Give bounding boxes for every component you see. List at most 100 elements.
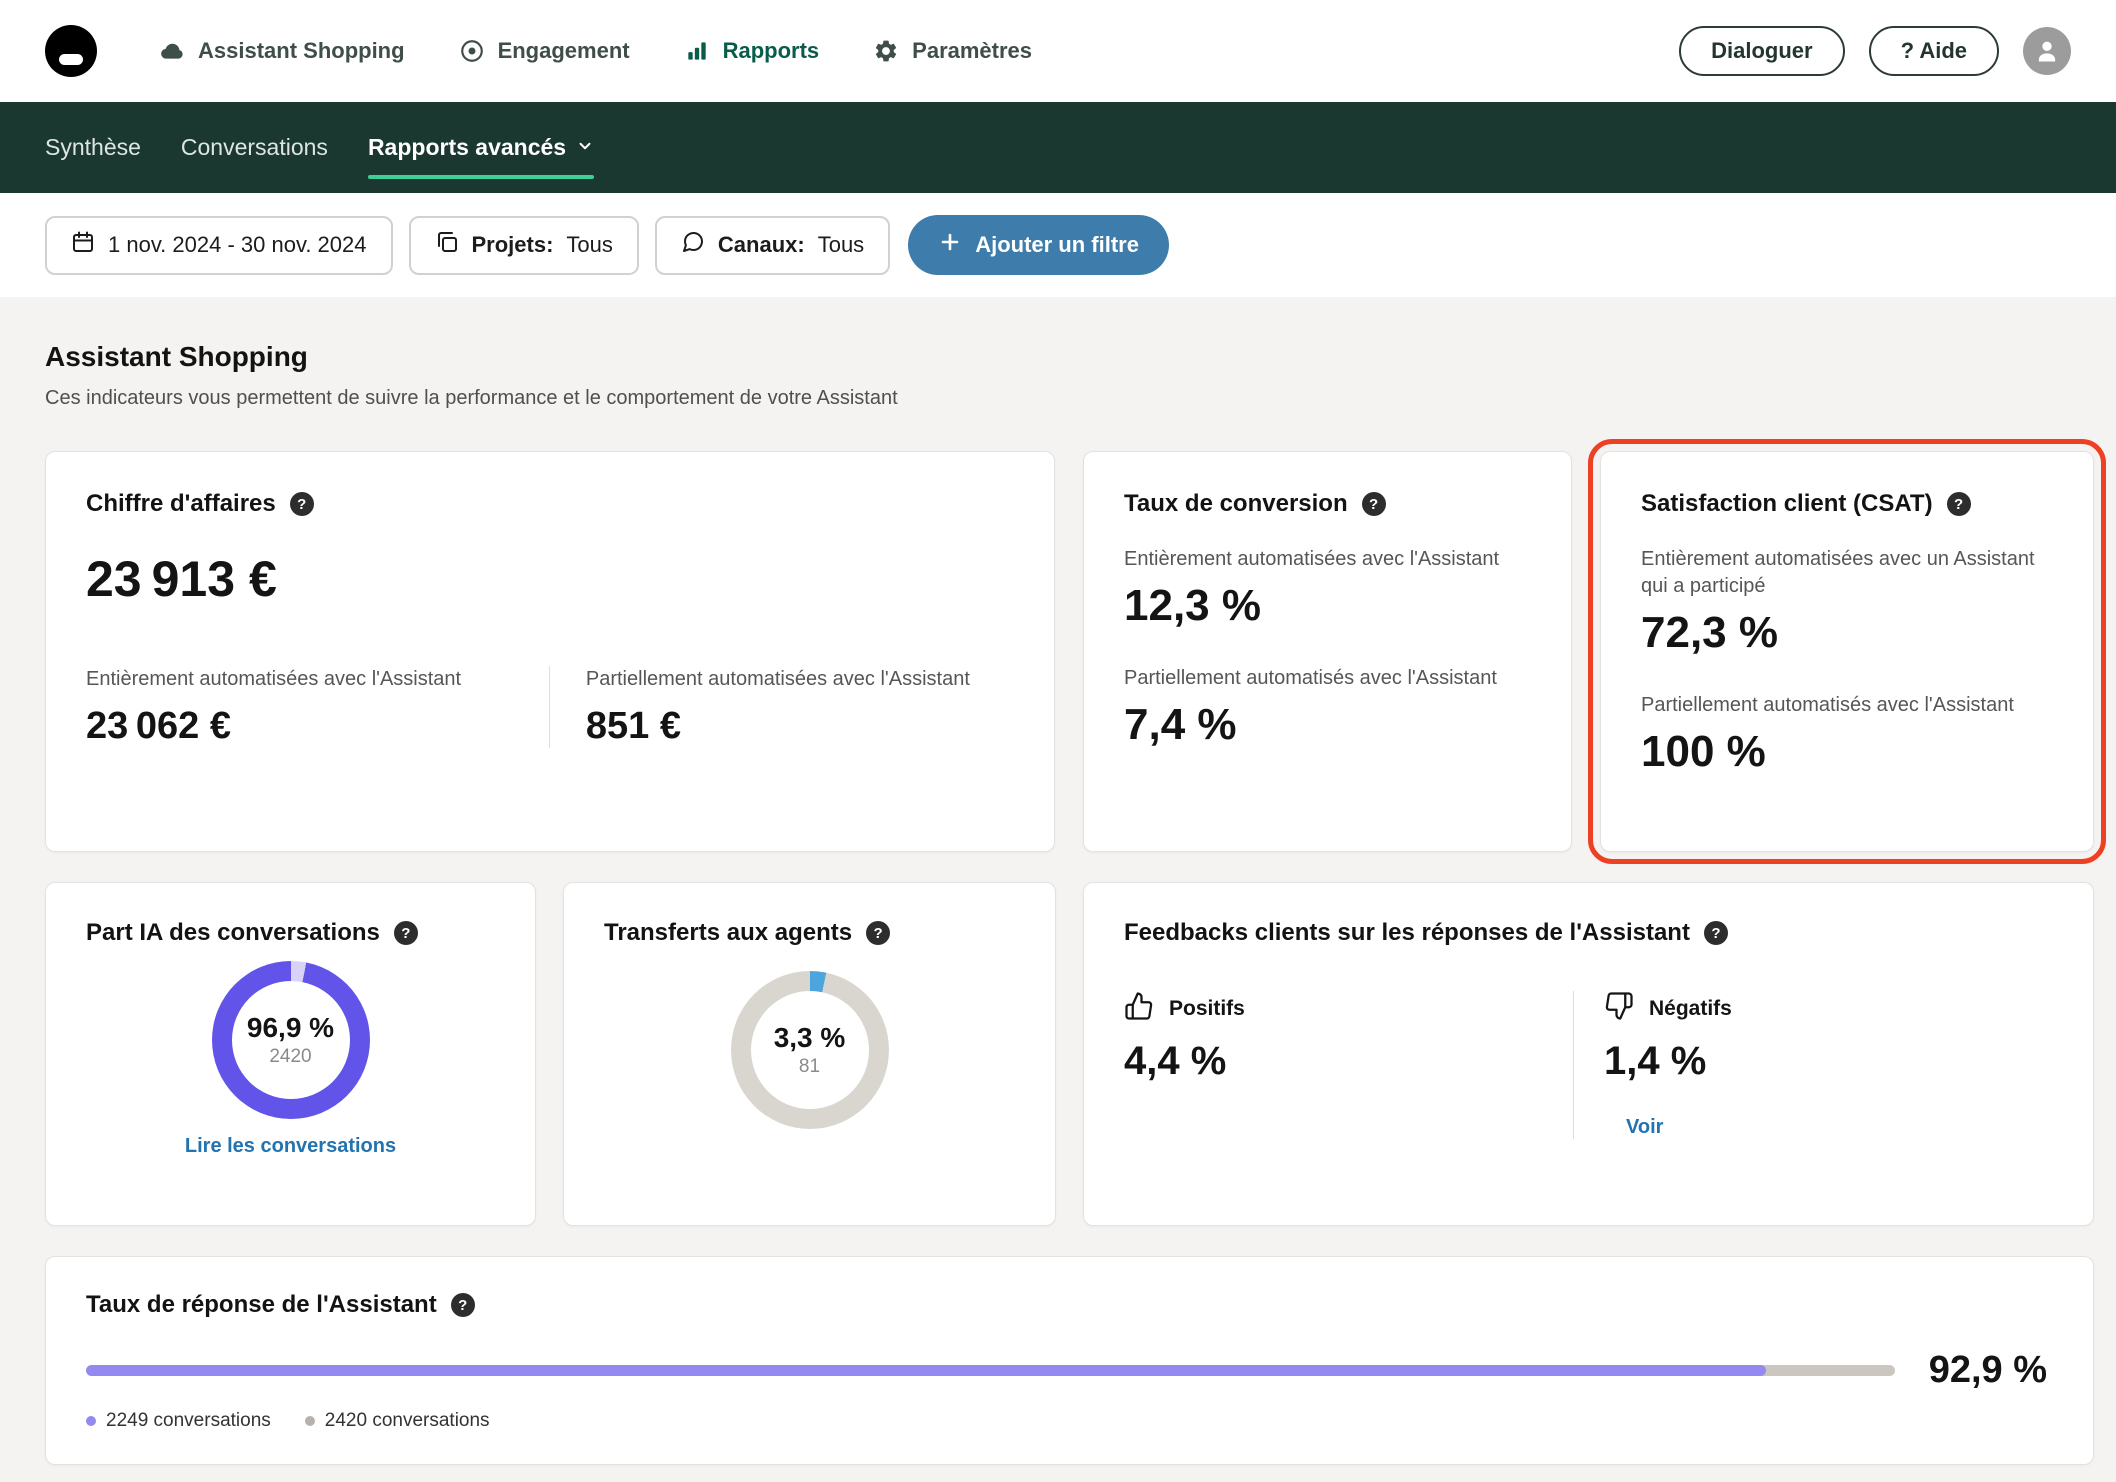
transfers-donut-chart: 3,3 % 81 (730, 971, 889, 1129)
subnav-label: Synthèse (45, 134, 141, 160)
nav-parametres[interactable]: Paramètres (873, 38, 1032, 64)
add-filter-label: Ajouter un filtre (975, 232, 1139, 257)
legend-item: 2249 conversations (86, 1410, 271, 1432)
subnav-conversations[interactable]: Conversations (181, 102, 328, 193)
legend-dot (304, 1416, 315, 1426)
ai-share-card-title: Part IA des conversations (86, 919, 380, 946)
date-range-filter[interactable]: 1 nov. 2024 - 30 nov. 2024 (45, 215, 393, 275)
csat-full-value: 72,3 % (1641, 608, 1778, 657)
topnav-right: Dialoguer ? Aide (1679, 26, 2071, 76)
csat-card-title: Satisfaction client (CSAT) (1641, 490, 1933, 517)
nav-engagement[interactable]: Engagement (459, 38, 630, 64)
brand-logo[interactable] (45, 25, 97, 77)
feedback-card: Feedbacks clients sur les réponses de l'… (1083, 882, 2094, 1226)
nav-label: Engagement (497, 38, 630, 63)
read-conversations-link[interactable]: Lire les conversations (185, 1135, 396, 1158)
revenue-card-title: Chiffre d'affaires (86, 490, 276, 517)
projects-value: Tous (566, 232, 613, 257)
chevron-down-icon (576, 134, 594, 161)
help-icon[interactable] (1703, 921, 1728, 945)
add-filter-button[interactable]: Ajouter un filtre (908, 215, 1169, 275)
negative-feedback-block: Négatifs 1,4 % Voir (1574, 991, 2053, 1139)
ai-share-donut-chart: 96,9 % 2420 (211, 961, 370, 1119)
subnav-rapports-avances[interactable]: Rapports avancés (367, 102, 595, 193)
target-icon (459, 38, 485, 64)
avatar[interactable] (2023, 27, 2071, 75)
aide-button[interactable]: ? Aide (1868, 26, 1999, 76)
assistant-icon (159, 38, 185, 64)
projects-icon (435, 230, 459, 260)
positive-label: Positifs (1169, 997, 1245, 1020)
csat-card-wrapper: Satisfaction client (CSAT) Entièrement a… (1588, 439, 2106, 864)
topnav-items: Assistant Shopping Engagement Rapports P… (159, 38, 1032, 64)
projects-label: Projets: (471, 232, 554, 257)
date-range-value: 1 nov. 2024 - 30 nov. 2024 (108, 232, 367, 257)
help-icon[interactable] (866, 921, 891, 945)
dialoguer-button[interactable]: Dialoguer (1679, 26, 1845, 76)
csat-card: Satisfaction client (CSAT) Entièrement a… (1600, 451, 2094, 852)
csat-partial-value: 100 % (1641, 727, 1766, 776)
legend-item: 2420 conversations (304, 1410, 490, 1432)
revenue-full-value: 23 062 € (86, 705, 231, 747)
channels-label: Canaux: (717, 232, 805, 257)
conversion-card-title: Taux de conversion (1124, 490, 1348, 517)
app: Assistant Shopping Engagement Rapports P… (0, 0, 2116, 1482)
transfers-card-title: Transferts aux agents (604, 919, 853, 946)
nav-rapports[interactable]: Rapports (684, 38, 820, 64)
main-content: Assistant Shopping Ces indicateurs vous … (0, 341, 2116, 1465)
conversion-full-label: Entièrement automatisées avec l'Assistan… (1124, 548, 1500, 570)
subnav-synthese[interactable]: Synthèse (45, 102, 141, 193)
response-rate-track (86, 1365, 1895, 1376)
conversion-partial-label: Partiellement automatisés avec l'Assista… (1124, 667, 1497, 689)
response-rate-value: 92,9 % (1928, 1349, 2047, 1391)
nav-label: Paramètres (912, 38, 1033, 63)
positive-feedback-block: Positifs 4,4 % (1124, 991, 1573, 1139)
transfers-card: Transferts aux agents 3,3 % 81 (563, 882, 1056, 1226)
kpi-row-1: Chiffre d'affaires 23 913 € Entièrement … (45, 439, 2106, 864)
thumbs-up-icon (1124, 991, 1154, 1027)
revenue-partial-value: 851 € (585, 705, 681, 747)
csat-full-label: Entièrement automatisées avec un Assista… (1641, 548, 2035, 597)
thumbs-down-icon (1604, 991, 1634, 1027)
gear-icon (873, 38, 899, 64)
nav-label: Assistant Shopping (198, 38, 405, 63)
help-icon[interactable] (393, 921, 418, 945)
negative-value: 1,4 % (1604, 1039, 1707, 1083)
subnav-label: Rapports avancés (367, 134, 567, 160)
revenue-full-label: Entièrement automatisées avec l'Assistan… (86, 668, 462, 690)
projects-filter[interactable]: Projets: Tous (408, 215, 639, 275)
legend-label: 2420 conversations (324, 1410, 490, 1431)
page-title: Assistant Shopping (45, 341, 308, 372)
feedback-card-title: Feedbacks clients sur les réponses de l'… (1124, 919, 1690, 946)
help-icon[interactable] (289, 492, 314, 516)
channels-filter[interactable]: Canaux: Tous (654, 215, 891, 275)
nav-assistant-shopping[interactable]: Assistant Shopping (159, 38, 405, 64)
plus-icon (938, 230, 962, 260)
conversion-card: Taux de conversion Entièrement automatis… (1083, 451, 1572, 852)
conversion-partial-value: 7,4 % (1124, 700, 1237, 749)
secondary-navigation: Synthèse Conversations Rapports avancés (0, 102, 2116, 193)
csat-partial-label: Partiellement automatisés avec l'Assista… (1641, 694, 2014, 716)
positive-value: 4,4 % (1124, 1039, 1227, 1083)
ai-share-card: Part IA des conversations 96,9 % 2420 Li… (45, 882, 536, 1226)
negative-label: Négatifs (1649, 997, 1732, 1020)
ai-share-count: 2420 (269, 1046, 312, 1067)
response-rate-legend: 2249 conversations 2420 conversations (86, 1410, 2047, 1432)
transfers-percent: 3,3 % (773, 1022, 846, 1053)
legend-label: 2249 conversations (106, 1410, 271, 1431)
voir-link[interactable]: Voir (1626, 1116, 1663, 1139)
transfers-count: 81 (798, 1056, 821, 1077)
help-icon[interactable] (1946, 492, 1971, 516)
revenue-total: 23 913 € (86, 551, 277, 607)
nav-label: Rapports (722, 38, 820, 63)
help-icon[interactable] (1361, 492, 1386, 516)
help-icon[interactable] (450, 1293, 475, 1317)
bar-chart-icon (684, 38, 710, 64)
divider (548, 666, 550, 748)
subnav-label: Conversations (180, 134, 328, 160)
ai-share-percent: 96,9 % (246, 1012, 335, 1043)
legend-dot (86, 1416, 96, 1426)
person-icon (2038, 41, 2056, 62)
page-subtitle: Ces indicateurs vous permettent de suivr… (45, 387, 898, 409)
filter-bar: 1 nov. 2024 - 30 nov. 2024 Projets: Tous… (0, 193, 2116, 297)
